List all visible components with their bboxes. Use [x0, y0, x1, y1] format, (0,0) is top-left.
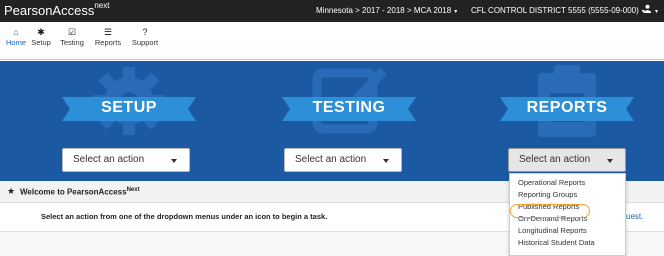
nav-testing[interactable]: ☑ Testing — [57, 27, 87, 47]
district-selector[interactable]: CFL CONTROL DISTRICT 5555 (5555-09-000) ▾ — [471, 6, 645, 15]
reports-title: REPORTS — [526, 99, 608, 116]
menu-item-longitudinal-reports[interactable]: Longitudinal Reports — [510, 225, 625, 237]
welcome-instruction: Select an action from one of the dropdow… — [41, 212, 328, 221]
menu-item-published-reports[interactable]: Published Reports — [510, 201, 625, 213]
user-icon — [643, 4, 652, 13]
truncated-link[interactable]: uest. — [626, 212, 643, 221]
brand-name: PearsonAccess — [4, 3, 95, 18]
star-icon: ★ — [7, 186, 16, 196]
caret-down-icon: ▾ — [454, 9, 458, 15]
setup-select-label: Select an action — [73, 154, 145, 165]
testing-panel: TESTING Select an action — [259, 61, 439, 181]
reports-select-label: Select an action — [519, 154, 591, 165]
welcome-title: Welcome to PearsonAccessNext — [20, 187, 140, 197]
menu-item-reporting-groups[interactable]: Reporting Groups — [510, 189, 625, 201]
question-icon: ? — [142, 27, 148, 37]
home-icon: ⌂ — [13, 27, 19, 37]
nav-support[interactable]: ? Support — [127, 27, 163, 47]
nav-home[interactable]: ⌂ Home — [4, 27, 28, 47]
menu-item-historical-student-data[interactable]: Historical Student Data — [510, 237, 625, 249]
setup-title: SETUP — [101, 99, 157, 116]
nav-home-label: Home — [5, 38, 26, 47]
user-menu[interactable]: ▾ — [643, 4, 658, 15]
brand-superscript: next — [94, 1, 110, 10]
nav-reports-label: Reports — [94, 38, 122, 47]
nav-testing-label: Testing — [60, 38, 84, 47]
main-nav: ⌂ Home ✱ Setup ☑ Testing ☰ Reports ? Sup… — [0, 22, 664, 60]
district-label: CFL CONTROL DISTRICT 5555 (5555-09-000) — [471, 6, 639, 15]
list-icon: ☰ — [103, 27, 113, 37]
welcome-title-superscript: Next — [126, 187, 140, 193]
caret-down-icon — [171, 159, 177, 163]
welcome-title-text: Welcome to PearsonAccess — [20, 187, 127, 197]
nav-reports[interactable]: ☰ Reports — [92, 27, 124, 47]
setup-panel: SETUP Select an action — [39, 61, 219, 181]
reports-panel: REPORTS Select an action — [477, 61, 657, 181]
brand-logo[interactable]: PearsonAccessnext — [4, 1, 110, 18]
testing-select-label: Select an action — [295, 154, 367, 165]
nav-support-label: Support — [131, 38, 159, 47]
checkbox-icon: ☑ — [67, 27, 77, 37]
reports-dropdown-menu: Operational Reports Reporting Groups Pub… — [509, 173, 626, 256]
setup-action-select[interactable]: Select an action — [62, 148, 190, 172]
task-hero: SETUP Select an action TESTING Select an… — [0, 61, 664, 181]
nav-setup[interactable]: ✱ Setup — [29, 27, 53, 47]
menu-item-on-demand-reports[interactable]: On-Demand Reports — [510, 213, 625, 225]
testing-title: TESTING — [312, 99, 386, 116]
caret-down-icon: ▾ — [655, 9, 659, 15]
menu-item-operational-reports[interactable]: Operational Reports — [510, 177, 625, 189]
context-selector[interactable]: Minnesota > 2017 - 2018 > MCA 2018 ▾ — [316, 6, 457, 15]
caret-down-icon — [607, 159, 613, 163]
reports-action-select[interactable]: Select an action — [508, 148, 626, 172]
nav-setup-label: Setup — [31, 38, 51, 47]
gear-icon: ✱ — [37, 27, 45, 37]
testing-action-select[interactable]: Select an action — [284, 148, 402, 172]
top-bar: PearsonAccessnext Minnesota > 2017 - 201… — [0, 0, 664, 22]
caret-down-icon — [383, 159, 389, 163]
context-label: Minnesota > 2017 - 2018 > MCA 2018 — [316, 6, 452, 15]
